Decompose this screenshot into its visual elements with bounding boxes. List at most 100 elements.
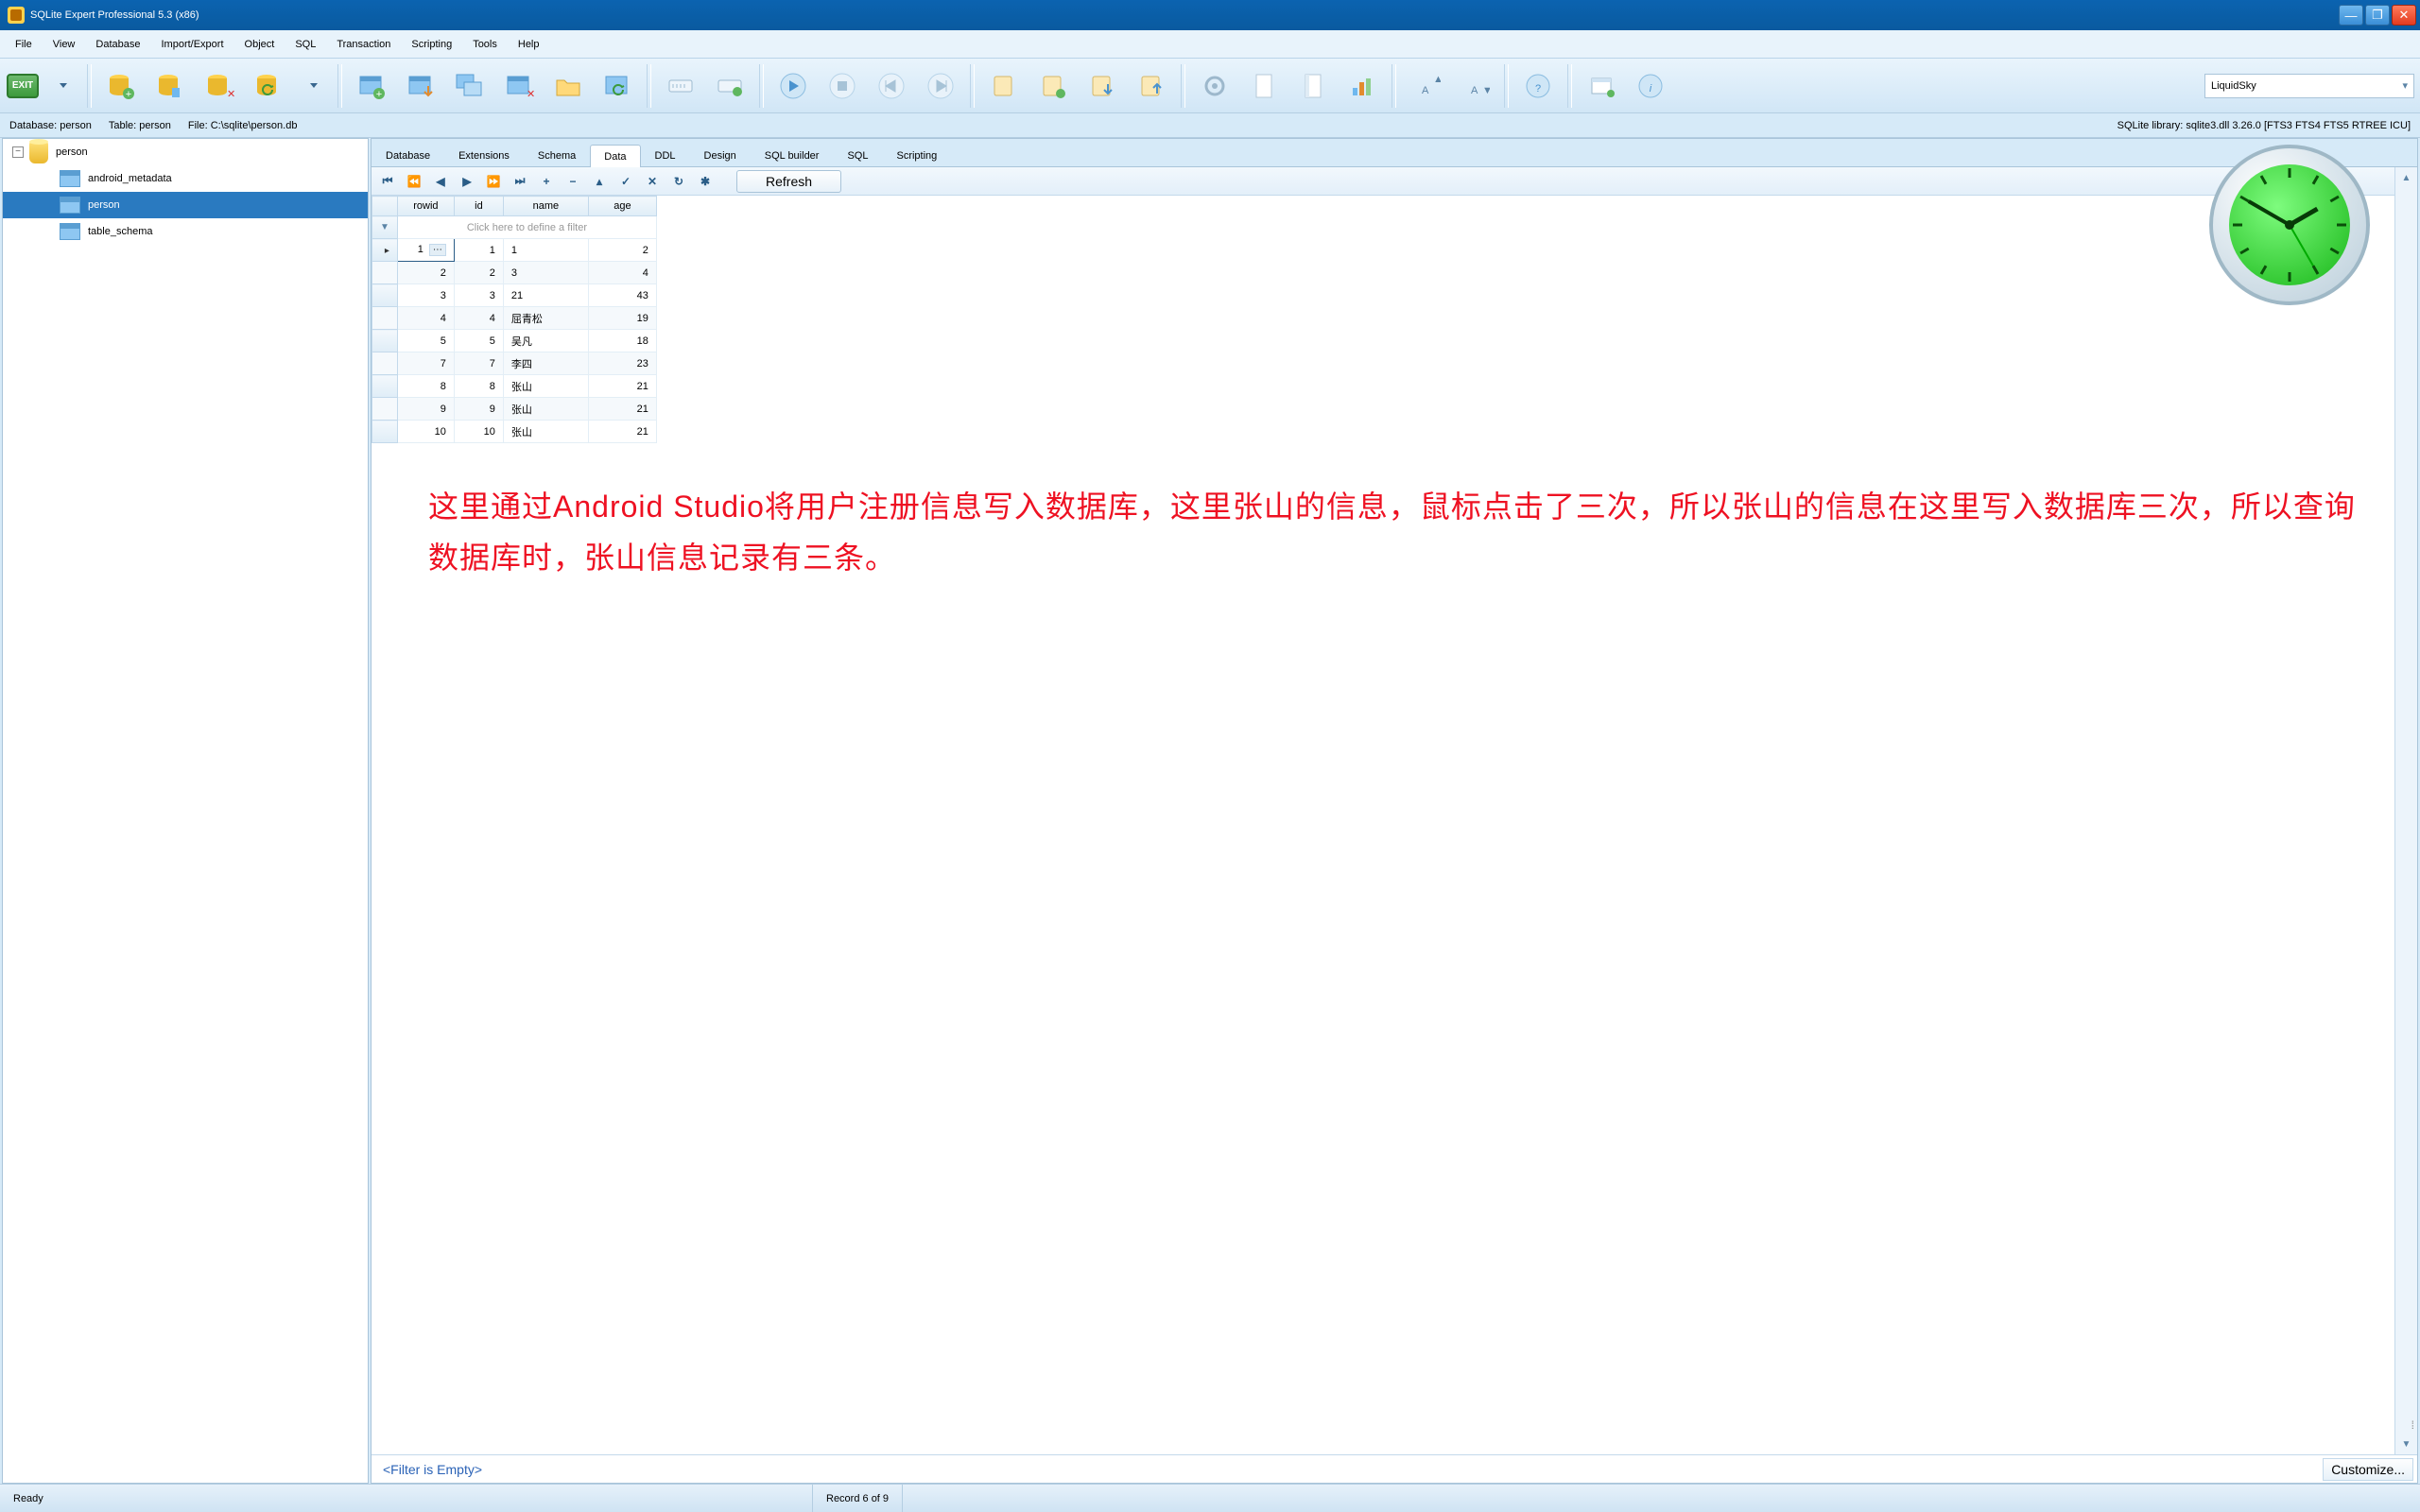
refresh-button[interactable]: Refresh — [736, 170, 841, 193]
table-row[interactable]: 1⋯112 — [372, 239, 657, 262]
script-import-button[interactable] — [1080, 64, 1124, 108]
prev-button[interactable] — [870, 64, 913, 108]
menu-view[interactable]: View — [43, 35, 85, 54]
tree-item-android-metadata[interactable]: android_metadata — [3, 165, 368, 192]
tab-sqlbuilder[interactable]: SQL builder — [751, 144, 834, 166]
table-row[interactable]: 1010张山21 — [372, 421, 657, 443]
filter-icon[interactable]: ▼ — [372, 216, 398, 239]
column-age[interactable]: age — [588, 197, 656, 216]
menu-importexport[interactable]: Import/Export — [151, 35, 233, 54]
tab-scripting[interactable]: Scripting — [882, 144, 951, 166]
menu-sql[interactable]: SQL — [285, 35, 325, 54]
table-row[interactable]: 88张山21 — [372, 375, 657, 398]
filter-empty-label: <Filter is Empty> — [383, 1462, 482, 1477]
tab-ddl[interactable]: DDL — [641, 144, 690, 166]
nav-prev[interactable]: ◀ — [428, 171, 453, 192]
maximize-button[interactable]: ❐ — [2365, 5, 2390, 26]
db-refresh-button[interactable] — [247, 64, 290, 108]
status-ready: Ready — [0, 1485, 813, 1512]
script-button-1[interactable] — [982, 64, 1026, 108]
nav-prevpage[interactable]: ⏪ — [402, 171, 426, 192]
table-row[interactable]: 77李四23 — [372, 352, 657, 375]
scrollbar[interactable]: ▲ ▼ ⁞ — [2394, 167, 2417, 1454]
table-refresh-button[interactable] — [596, 64, 639, 108]
table-row[interactable]: 44屈青松19 — [372, 307, 657, 330]
table-copy-button[interactable] — [448, 64, 492, 108]
gear-button[interactable] — [1193, 64, 1236, 108]
keyboard-button-1[interactable] — [659, 64, 702, 108]
info-button[interactable]: i — [1629, 64, 1672, 108]
data-grid[interactable]: rowididnameage ▼Click here to define a f… — [372, 196, 657, 443]
stop-button[interactable] — [821, 64, 864, 108]
menu-database[interactable]: Database — [86, 35, 149, 54]
toolbar-dropdown-2[interactable] — [296, 64, 330, 108]
menu-scripting[interactable]: Scripting — [402, 35, 461, 54]
scroll-down-icon[interactable]: ▼ — [2395, 1434, 2417, 1454]
tab-sql[interactable]: SQL — [833, 144, 882, 166]
collapse-icon[interactable]: − — [12, 146, 24, 158]
font-inc-button[interactable]: A▲ — [1404, 64, 1447, 108]
table-row[interactable]: 2234 — [372, 262, 657, 284]
tab-data[interactable]: Data — [590, 145, 640, 167]
keyboard-button-2[interactable] — [708, 64, 752, 108]
script-button-2[interactable] — [1031, 64, 1075, 108]
db-open-button[interactable] — [148, 64, 192, 108]
menubar: FileViewDatabaseImport/ExportObjectSQLTr… — [0, 30, 2420, 59]
nav-next[interactable]: ▶ — [455, 171, 479, 192]
tree-item-table-schema[interactable]: table_schema — [3, 218, 368, 245]
table-row[interactable]: 332143 — [372, 284, 657, 307]
exit-button[interactable]: EXIT — [6, 64, 40, 108]
menu-transaction[interactable]: Transaction — [327, 35, 400, 54]
column-rowid[interactable]: rowid — [397, 197, 454, 216]
filter-row[interactable]: Click here to define a filter — [397, 216, 656, 239]
nav-insert[interactable]: + — [534, 171, 559, 192]
toolbar-dropdown-1[interactable] — [45, 64, 79, 108]
nav-last[interactable]: ⏭ — [508, 171, 532, 192]
info-table: Table: person — [109, 120, 171, 131]
nav-first[interactable]: ⏮ — [375, 171, 400, 192]
tab-database[interactable]: Database — [372, 144, 444, 166]
script-export-button[interactable] — [1130, 64, 1173, 108]
table-row[interactable]: 55吴凡18 — [372, 330, 657, 352]
folder-button[interactable] — [546, 64, 590, 108]
table-import-button[interactable] — [399, 64, 442, 108]
tree-root[interactable]: − person — [3, 139, 368, 165]
play-button[interactable] — [771, 64, 815, 108]
db-remove-button[interactable]: ✕ — [198, 64, 241, 108]
help-button[interactable]: ? — [1516, 64, 1560, 108]
book-button[interactable] — [1291, 64, 1335, 108]
nav-refresh[interactable]: ↻ — [666, 171, 691, 192]
svg-text:?: ? — [1535, 83, 1541, 94]
doc-button[interactable] — [1242, 64, 1286, 108]
minimize-button[interactable]: — — [2339, 5, 2363, 26]
nav-nextpage[interactable]: ⏩ — [481, 171, 506, 192]
nav-cancel[interactable]: ✕ — [640, 171, 665, 192]
customize-button[interactable]: Customize... — [2323, 1458, 2413, 1481]
menu-file[interactable]: File — [6, 35, 42, 54]
db-new-button[interactable]: + — [99, 64, 143, 108]
tree-item-person[interactable]: person — [3, 192, 368, 218]
object-tree[interactable]: − person android_metadatapersontable_sch… — [2, 138, 369, 1484]
menu-help[interactable]: Help — [509, 35, 549, 54]
nav-post[interactable]: ✓ — [614, 171, 638, 192]
column-id[interactable]: id — [454, 197, 503, 216]
tab-schema[interactable]: Schema — [524, 144, 590, 166]
nav-edit[interactable]: ▴ — [587, 171, 612, 192]
column-name[interactable]: name — [503, 197, 588, 216]
tab-extensions[interactable]: Extensions — [444, 144, 524, 166]
scroll-up-icon[interactable]: ▲ — [2395, 167, 2417, 188]
table-new-button[interactable]: + — [350, 64, 393, 108]
nav-delete[interactable]: − — [561, 171, 585, 192]
close-button[interactable]: ✕ — [2392, 5, 2416, 26]
menu-tools[interactable]: Tools — [463, 35, 507, 54]
window-button[interactable] — [1580, 64, 1623, 108]
nav-bookmark[interactable]: ✱ — [693, 171, 717, 192]
font-dec-button[interactable]: A▼ — [1453, 64, 1496, 108]
next-button[interactable] — [919, 64, 962, 108]
skin-select[interactable]: LiquidSky▾ — [2204, 74, 2414, 98]
tab-design[interactable]: Design — [690, 144, 751, 166]
chart-button[interactable] — [1340, 64, 1384, 108]
menu-object[interactable]: Object — [235, 35, 285, 54]
table-delete-button[interactable]: ✕ — [497, 64, 541, 108]
table-row[interactable]: 99张山21 — [372, 398, 657, 421]
